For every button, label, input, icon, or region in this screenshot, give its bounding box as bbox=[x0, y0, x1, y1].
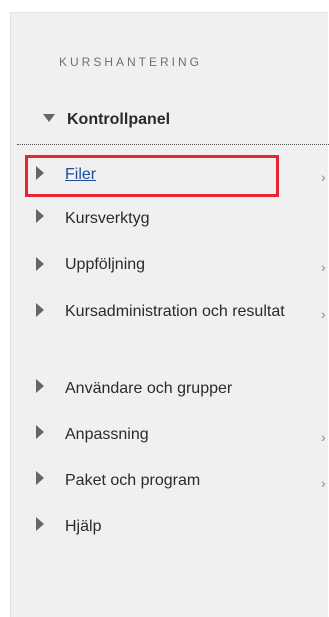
collapsed-arrow-icon bbox=[36, 303, 44, 317]
menu-item-label[interactable]: Kursverktyg bbox=[65, 206, 285, 231]
collapsed-arrow-icon bbox=[36, 379, 44, 393]
collapsed-arrow-icon bbox=[36, 257, 44, 271]
menu-item-anvandare[interactable]: Användare och grupper bbox=[21, 369, 329, 409]
collapsed-arrow-icon bbox=[36, 517, 44, 531]
control-panel-label: Kontrollpanel bbox=[67, 111, 171, 128]
menu-item-label[interactable]: Hjälp bbox=[65, 514, 285, 539]
course-management-panel: KURSHANTERING Kontrollpanel Filer › Kurs… bbox=[10, 12, 329, 617]
menu-item-paket[interactable]: Paket och program › bbox=[21, 461, 329, 501]
menu-item-label[interactable]: Kursadministration och resultat bbox=[65, 299, 285, 324]
menu-item-kursverktyg[interactable]: Kursverktyg bbox=[21, 199, 329, 239]
highlight-box bbox=[25, 155, 279, 197]
chevron-right-icon[interactable]: › bbox=[321, 169, 326, 185]
expanded-arrow-icon bbox=[43, 114, 55, 122]
chevron-right-icon[interactable]: › bbox=[321, 475, 326, 491]
chevron-right-icon[interactable]: › bbox=[321, 259, 326, 275]
collapsed-arrow-icon bbox=[36, 209, 44, 223]
menu-item-label[interactable]: Uppföljning bbox=[65, 252, 285, 277]
chevron-right-icon[interactable]: › bbox=[321, 306, 326, 322]
collapsed-arrow-icon bbox=[36, 425, 44, 439]
menu-item-label[interactable]: Anpassning bbox=[65, 422, 285, 447]
menu-item-kursadministration[interactable]: Kursadministration och resultat › bbox=[21, 293, 329, 353]
section-title: KURSHANTERING bbox=[59, 55, 203, 69]
menu-item-anpassning[interactable]: Anpassning › bbox=[21, 415, 329, 455]
menu-item-label[interactable]: Paket och program bbox=[65, 468, 285, 493]
menu-item-uppfoljning[interactable]: Uppföljning › bbox=[21, 245, 329, 285]
divider bbox=[17, 144, 329, 145]
menu-item-hjalp[interactable]: Hjälp bbox=[21, 507, 329, 547]
chevron-right-icon[interactable]: › bbox=[321, 429, 326, 445]
menu-item-label[interactable]: Användare och grupper bbox=[65, 376, 285, 401]
control-panel-header[interactable]: Kontrollpanel bbox=[23, 105, 323, 135]
collapsed-arrow-icon bbox=[36, 471, 44, 485]
